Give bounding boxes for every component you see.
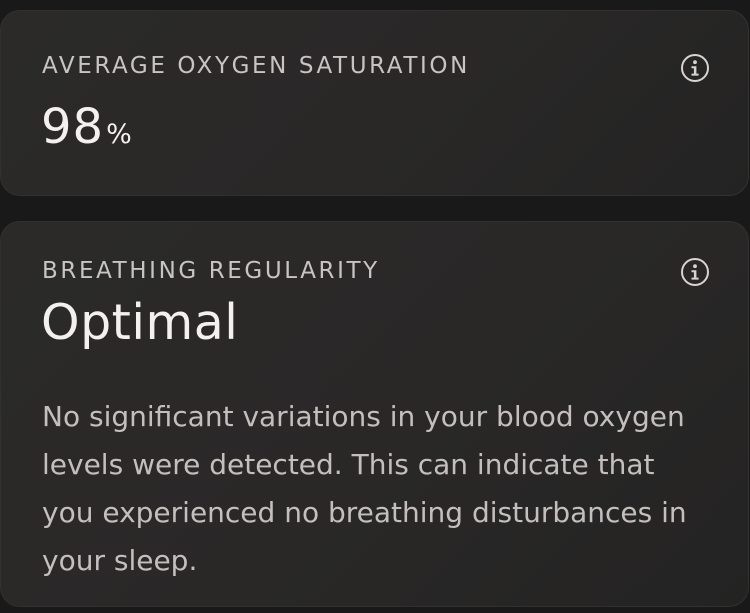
oxygen-saturation-card: AVERAGE OXYGEN SATURATION 98% bbox=[0, 10, 749, 196]
breathing-description: No significant variations in your blood … bbox=[42, 400, 687, 577]
info-icon bbox=[691, 264, 699, 280]
breathing-status: Optimal bbox=[41, 294, 239, 351]
oxygen-saturation-value: 98% bbox=[41, 99, 132, 155]
oxygen-saturation-label: AVERAGE OXYGEN SATURATION bbox=[42, 53, 470, 79]
breathing-info-button[interactable] bbox=[681, 258, 709, 286]
oxygen-value-number: 98 bbox=[41, 99, 105, 155]
info-icon bbox=[691, 60, 699, 76]
breathing-regularity-card: BREATHING REGULARITY Optimal No signific… bbox=[0, 221, 749, 607]
breathing-regularity-label: BREATHING REGULARITY bbox=[42, 258, 380, 284]
oxygen-info-button[interactable] bbox=[681, 54, 709, 82]
oxygen-value-unit: % bbox=[106, 119, 132, 150]
